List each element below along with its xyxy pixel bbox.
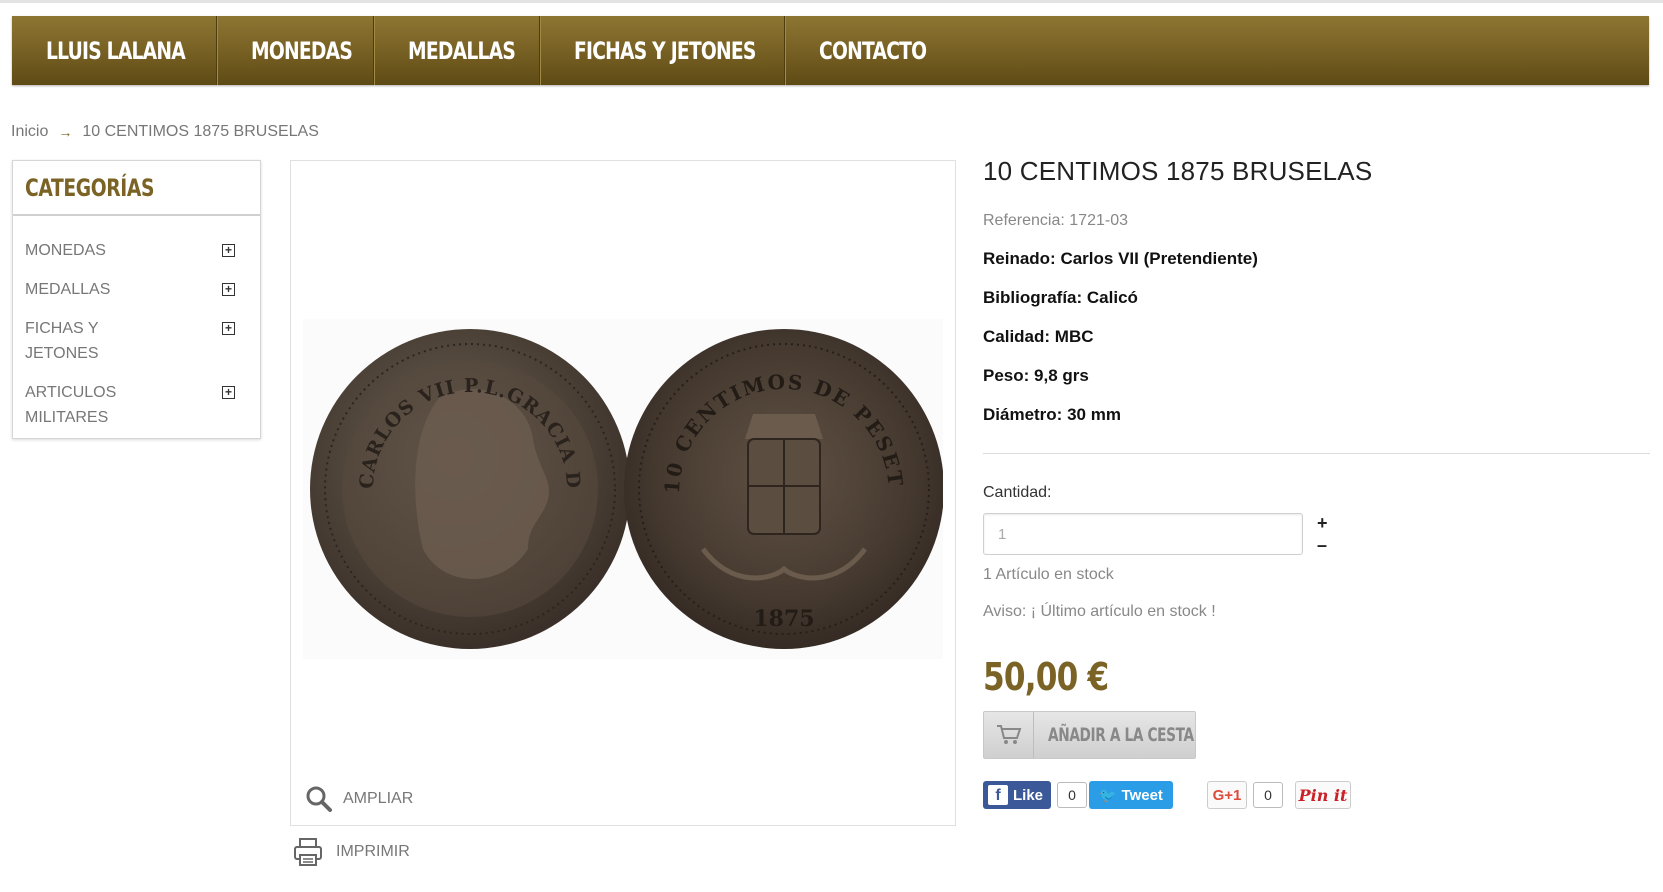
printer-icon [294,838,322,866]
sidebar-title: CATEGORÍAS [25,173,155,202]
nav-item-label: MEDALLAS [408,36,516,65]
expand-icon[interactable]: + [222,386,235,399]
product-title: 10 CENTIMOS 1875 BRUSELAS [983,156,1373,186]
main-navigation: LLUIS LALANA MONEDAS MEDALLAS FICHAS Y J… [12,16,1649,85]
google-plus-count: 0 [1253,782,1283,808]
breadcrumb-current: 10 CENTIMOS 1875 BRUSELAS [82,123,319,140]
nav-item-label: FICHAS Y JETONES [574,36,756,65]
expand-icon[interactable]: + [222,244,235,257]
category-item-articulos-militares[interactable]: ARTICULOS MILITARES + [13,380,235,430]
sidebar-header: CATEGORÍAS [13,161,260,216]
cart-icon-box [984,712,1034,758]
product-reference: Referencia: 1721-03 [983,212,1128,229]
coin-obverse: CARLOS VII P.L.GRACIA DE DIOS REY DE LAS… [303,319,630,649]
print-label: IMPRIMIR [336,843,410,860]
category-label[interactable]: MEDALLAS [25,277,165,302]
breadcrumb-home-link[interactable]: Inicio [11,123,48,141]
cart-icon [996,725,1021,744]
add-to-cart-button[interactable]: AÑADIR A LA CESTA [983,711,1196,759]
facebook-like-label: Like [1013,786,1044,804]
tweet-button[interactable]: 🐦 Tweet [1089,781,1173,809]
nav-item-home[interactable]: LLUIS LALANA [12,16,217,85]
facebook-icon: f [988,785,1008,805]
google-plus-button[interactable]: G+1 [1207,781,1247,809]
nav-item-label: CONTACTO [819,36,927,65]
print-button[interactable]: IMPRIMIR [292,836,410,868]
social-share-bar: f Like 0 🐦 Tweet G+1 0 Pin it [983,781,1650,809]
facebook-like-button[interactable]: f Like [983,781,1051,809]
product-info: 10 CENTIMOS 1875 BRUSELAS Referencia: 17… [983,156,1650,809]
attribute-diametro: Diámetro: 30 mm [983,405,1121,424]
category-item-medallas[interactable]: MEDALLAS + [13,277,235,302]
nav-item-fichas-jetones[interactable]: FICHAS Y JETONES [540,16,785,85]
attribute-calidad: Calidad: MBC [983,327,1094,346]
nav-item-medallas[interactable]: MEDALLAS [374,16,540,85]
category-label[interactable]: MONEDAS [25,238,165,263]
pinterest-label: Pin it [1298,785,1348,805]
product-image-box: CARLOS VII P.L.GRACIA DE DIOS REY DE LAS… [290,160,956,826]
zoom-button[interactable]: AMPLIAR [305,785,413,813]
quantity-plus-button[interactable]: + [1317,512,1328,534]
nav-item-contacto[interactable]: CONTACTO [785,16,965,85]
breadcrumb-arrow-icon: → [58,124,73,140]
category-item-fichas-jetones[interactable]: FICHAS Y JETONES + [13,316,235,366]
category-label[interactable]: ARTICULOS MILITARES [25,380,165,430]
twitter-bird-icon: 🐦 [1099,786,1117,803]
attribute-peso: Peso: 9,8 grs [983,366,1089,385]
add-to-cart-label: AÑADIR A LA CESTA [1048,724,1194,746]
tweet-label: Tweet [1121,786,1163,804]
stock-warning: Aviso: ¡ Último artículo en stock ! [983,603,1216,620]
quantity-stepper: + – [1317,512,1328,556]
zoom-label: AMPLIAR [343,790,414,807]
nav-item-label: LLUIS LALANA [46,36,186,65]
category-label[interactable]: FICHAS Y JETONES [25,316,165,366]
category-item-monedas[interactable]: MONEDAS + [13,238,235,263]
product-price: 50,00 € [983,655,1109,699]
quantity-minus-button[interactable]: – [1317,534,1328,556]
attribute-reinado: Reinado: Carlos VII (Pretendiente) [983,249,1258,268]
google-plus-label: G+1 [1212,786,1242,804]
divider [983,453,1650,454]
expand-icon[interactable]: + [222,322,235,335]
stock-status: 1 Artículo en stock [983,566,1114,583]
pinterest-button[interactable]: Pin it [1295,781,1351,809]
product-image-coins[interactable]: CARLOS VII P.L.GRACIA DE DIOS REY DE LAS… [303,319,943,659]
facebook-like-count: 0 [1057,782,1087,808]
magnifier-icon [306,786,332,812]
quantity-label: Cantidad: [983,484,1052,501]
attribute-bibliografia: Bibliografía: Calicó [983,288,1138,307]
category-list: MONEDAS + MEDALLAS + FICHAS Y JETONES + … [13,216,260,430]
quantity-row: + – [983,512,1650,556]
breadcrumb: Inicio → 10 CENTIMOS 1875 BRUSELAS [11,123,319,141]
nav-item-monedas[interactable]: MONEDAS [217,16,374,85]
reverse-year: 1875 [753,606,814,632]
top-border [0,0,1663,3]
quantity-input[interactable] [983,513,1303,555]
expand-icon[interactable]: + [222,283,235,296]
nav-item-label: MONEDAS [251,36,353,65]
categories-sidebar: CATEGORÍAS MONEDAS + MEDALLAS + FICHAS Y… [12,160,261,439]
cart-label-wrap: AÑADIR A LA CESTA [1034,712,1195,758]
